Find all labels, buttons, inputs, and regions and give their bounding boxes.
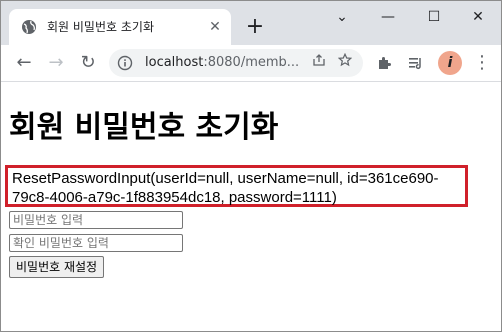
extensions-puzzle-icon[interactable] <box>371 50 397 76</box>
profile-avatar[interactable]: i <box>438 51 462 75</box>
page-title: 회원 비밀번호 초기화 <box>9 110 279 145</box>
reset-password-button[interactable]: 비밀번호 재설정 <box>9 256 105 278</box>
site-info-icon[interactable] <box>117 55 133 71</box>
tab-strip: 회원 비밀번호 초기화 ✕ + ⌄ — ☐ ✕ <box>1 1 501 45</box>
minimize-button[interactable]: — <box>365 1 411 33</box>
url-host: localhost <box>145 55 204 70</box>
share-icon[interactable] <box>309 53 329 73</box>
reset-password-info-box: ResetPasswordInput(userId=null, userName… <box>5 165 468 207</box>
page-content: 회원 비밀번호 초기화 ResetPasswordInput(userId=nu… <box>1 82 501 331</box>
new-tab-button[interactable]: + <box>242 15 268 41</box>
browser-tab[interactable]: 회원 비밀번호 초기화 ✕ <box>9 9 231 45</box>
browser-window: 회원 비밀번호 초기화 ✕ + ⌄ — ☐ ✕ ← → ↻ localhost:… <box>0 0 502 332</box>
tab-search-icon[interactable]: ⌄ <box>319 1 365 33</box>
info-line-1: ResetPasswordInput(userId=null, userName… <box>12 170 439 187</box>
confirm-password-input[interactable]: 확인 비밀번호 입력 <box>9 234 183 252</box>
bookmark-star-icon[interactable] <box>335 52 355 73</box>
tab-title: 회원 비밀번호 초기화 <box>47 20 154 34</box>
address-bar[interactable]: localhost:8080/memb... <box>109 49 363 77</box>
reload-button[interactable]: ↻ <box>75 50 101 76</box>
maximize-button[interactable]: ☐ <box>411 1 457 33</box>
tab-close-icon[interactable]: ✕ <box>205 17 225 37</box>
forward-button[interactable]: → <box>43 50 69 76</box>
chrome-menu-icon[interactable]: ⋮ <box>469 50 495 76</box>
url-text: localhost:8080/memb... <box>145 55 299 70</box>
url-path: :8080/memb... <box>203 55 300 70</box>
media-queue-icon[interactable] <box>403 50 429 76</box>
browser-toolbar: ← → ↻ localhost:8080/memb... i ⋮ <box>1 45 501 82</box>
back-button[interactable]: ← <box>11 50 37 76</box>
globe-icon <box>21 19 37 35</box>
info-line-2: 79c8-4006-a79c-1f883954dc18, password=11… <box>12 189 337 206</box>
password-input[interactable]: 비밀번호 입력 <box>9 211 183 229</box>
close-window-button[interactable]: ✕ <box>455 1 501 33</box>
